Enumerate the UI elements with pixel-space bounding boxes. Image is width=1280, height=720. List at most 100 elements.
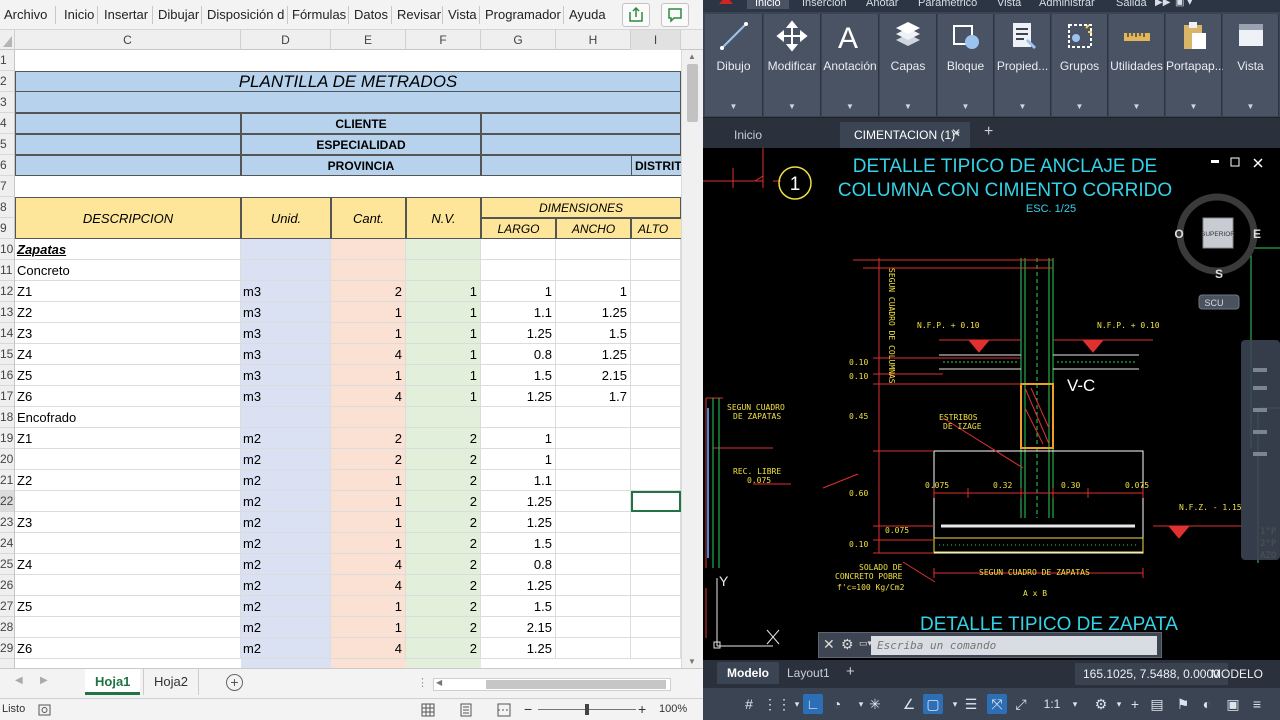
page-break-icon[interactable] bbox=[497, 703, 511, 717]
header-cant[interactable]: Cant. bbox=[331, 197, 406, 239]
row-header[interactable]: 24 bbox=[0, 533, 14, 554]
menu-ayuda[interactable]: Ayuda bbox=[569, 0, 606, 30]
table-cell[interactable] bbox=[631, 575, 681, 596]
row-header[interactable]: 15 bbox=[0, 344, 14, 365]
row-header[interactable]: 12 bbox=[0, 281, 14, 302]
table-cell[interactable]: 1.5 bbox=[481, 365, 556, 386]
table-cell[interactable]: m3 bbox=[241, 344, 331, 365]
table-cell[interactable] bbox=[556, 428, 631, 449]
table-cell[interactable] bbox=[556, 554, 631, 575]
ribbon-tab-inicio[interactable]: Inicio bbox=[747, 0, 789, 9]
table-cell[interactable] bbox=[631, 617, 681, 638]
row-header[interactable]: 6 bbox=[0, 155, 14, 176]
table-cell[interactable]: 2 bbox=[406, 470, 481, 491]
panel-expand-icon[interactable]: ▼ bbox=[1109, 102, 1164, 111]
row-header[interactable]: 11 bbox=[0, 260, 14, 281]
panel-expand-icon[interactable]: ▼ bbox=[705, 102, 762, 111]
ribbon-panel-capas[interactable]: Capas ▼ bbox=[880, 14, 937, 116]
row-header[interactable]: 5 bbox=[0, 134, 14, 155]
table-cell[interactable] bbox=[631, 365, 681, 386]
table-cell[interactable] bbox=[631, 407, 681, 428]
panel-expand-icon[interactable]: ▼ bbox=[880, 102, 936, 111]
table-cell[interactable]: 1.5 bbox=[556, 323, 631, 344]
table-cell[interactable]: 4 bbox=[331, 575, 406, 596]
table-cell[interactable]: 2 bbox=[406, 533, 481, 554]
table-cell[interactable]: m2 bbox=[241, 638, 331, 659]
row-header[interactable]: 20 bbox=[0, 449, 14, 470]
ribbon-panel-propiedades[interactable]: Propied... ▼ bbox=[995, 14, 1051, 116]
table-cell[interactable]: 4 bbox=[331, 344, 406, 365]
table-cell[interactable] bbox=[631, 470, 681, 491]
table-cell[interactable]: 1 bbox=[406, 365, 481, 386]
row-header[interactable]: 1 bbox=[0, 50, 14, 71]
table-cell[interactable]: 2 bbox=[331, 281, 406, 302]
label-blank-cell[interactable] bbox=[15, 155, 241, 176]
row-header[interactable]: 23 bbox=[0, 512, 14, 533]
table-cell[interactable]: 1.1 bbox=[481, 302, 556, 323]
panel-expand-icon[interactable]: ▼ bbox=[1052, 102, 1107, 111]
horizontal-scrollbar[interactable]: ◀ bbox=[433, 678, 671, 691]
panel-expand-icon[interactable]: ▼ bbox=[1166, 102, 1221, 111]
table-cell[interactable] bbox=[631, 596, 681, 617]
row-header[interactable]: 25 bbox=[0, 554, 14, 575]
menu-dibujar[interactable]: Dibujar bbox=[158, 0, 199, 30]
minimize-viewport-icon[interactable] bbox=[1211, 160, 1219, 163]
row-header[interactable]: 18 bbox=[0, 407, 14, 428]
table-cell[interactable]: 1.25 bbox=[556, 302, 631, 323]
table-cell[interactable]: 2 bbox=[331, 449, 406, 470]
table-cell[interactable]: 1 bbox=[331, 617, 406, 638]
horizontal-scroll-thumb[interactable] bbox=[486, 680, 666, 689]
table-cell[interactable]: 1.25 bbox=[481, 491, 556, 512]
autocad-app-icon[interactable] bbox=[717, 0, 735, 10]
table-cell[interactable] bbox=[556, 449, 631, 470]
table-cell[interactable]: Z2 bbox=[15, 302, 241, 323]
table-cell[interactable]: m2 bbox=[241, 428, 331, 449]
layout-tab-modelo[interactable]: Modelo bbox=[717, 662, 779, 684]
table-cell[interactable]: 2 bbox=[406, 554, 481, 575]
ortho-icon[interactable]: ∟ bbox=[803, 694, 823, 714]
table-cell[interactable]: m2 bbox=[241, 617, 331, 638]
page-layout-icon[interactable] bbox=[459, 703, 473, 717]
value-especialidad[interactable] bbox=[481, 134, 681, 155]
table-cell[interactable]: Z1 bbox=[15, 428, 241, 449]
table-cell[interactable]: m3 bbox=[241, 365, 331, 386]
col-header-g[interactable]: G bbox=[481, 30, 556, 50]
row-header[interactable]: 8 bbox=[0, 197, 14, 218]
command-input[interactable] bbox=[871, 636, 1157, 655]
menu-archivo[interactable]: Archivo bbox=[4, 0, 47, 30]
viewcube[interactable]: SUPERIOR O E S SCU bbox=[1174, 193, 1261, 310]
viewport-controls[interactable] bbox=[1211, 157, 1263, 168]
viewcube-east-label[interactable]: E bbox=[1253, 227, 1261, 241]
header-alto[interactable]: ALTO bbox=[631, 218, 681, 239]
menu-programador[interactable]: Programador bbox=[485, 0, 561, 30]
close-command-icon[interactable]: ✕ bbox=[823, 636, 835, 653]
table-cell[interactable] bbox=[556, 575, 631, 596]
table-cell[interactable]: 1 bbox=[406, 344, 481, 365]
ribbon-tab-vista[interactable]: Vista bbox=[997, 0, 1021, 9]
units-icon[interactable]: ▤ bbox=[1147, 694, 1167, 714]
ribbon-panel-dibujo[interactable]: Dibujo ▼ bbox=[705, 14, 763, 116]
menu-formulas[interactable]: Fórmulas bbox=[292, 0, 346, 30]
header-ancho[interactable]: ANCHO bbox=[556, 218, 631, 239]
panel-expand-icon[interactable]: ▼ bbox=[1223, 102, 1278, 111]
scroll-up-icon[interactable]: ▲ bbox=[688, 52, 696, 61]
row-header[interactable]: 4 bbox=[0, 113, 14, 134]
table-cell[interactable]: Z4 bbox=[15, 554, 241, 575]
navigation-bar[interactable] bbox=[1241, 340, 1280, 560]
table-cell[interactable]: Z5 bbox=[15, 596, 241, 617]
table-cell[interactable] bbox=[631, 302, 681, 323]
row-header[interactable]: 10 bbox=[0, 239, 14, 260]
autoscale-icon[interactable]: ⤢ bbox=[1011, 694, 1031, 714]
table-cell[interactable] bbox=[631, 281, 681, 302]
table-cell[interactable]: Z3 bbox=[15, 323, 241, 344]
ribbon-panel-anotacion[interactable]: A Anotación ▼ bbox=[822, 14, 879, 116]
viewcube-west-label[interactable]: O bbox=[1174, 227, 1183, 241]
drawing-canvas[interactable]: 1 DETALLE TIPICO DE ANCLAJE DE COLUMNA C… bbox=[703, 148, 1280, 660]
row-header[interactable]: 29 bbox=[0, 638, 14, 659]
table-cell[interactable]: 0.8 bbox=[481, 554, 556, 575]
table-cell[interactable] bbox=[406, 407, 481, 428]
panel-expand-icon[interactable]: ▼ bbox=[938, 102, 993, 111]
table-cell[interactable] bbox=[631, 344, 681, 365]
table-cell[interactable]: Z6 bbox=[15, 638, 241, 659]
new-layout-icon[interactable]: + bbox=[846, 663, 855, 680]
